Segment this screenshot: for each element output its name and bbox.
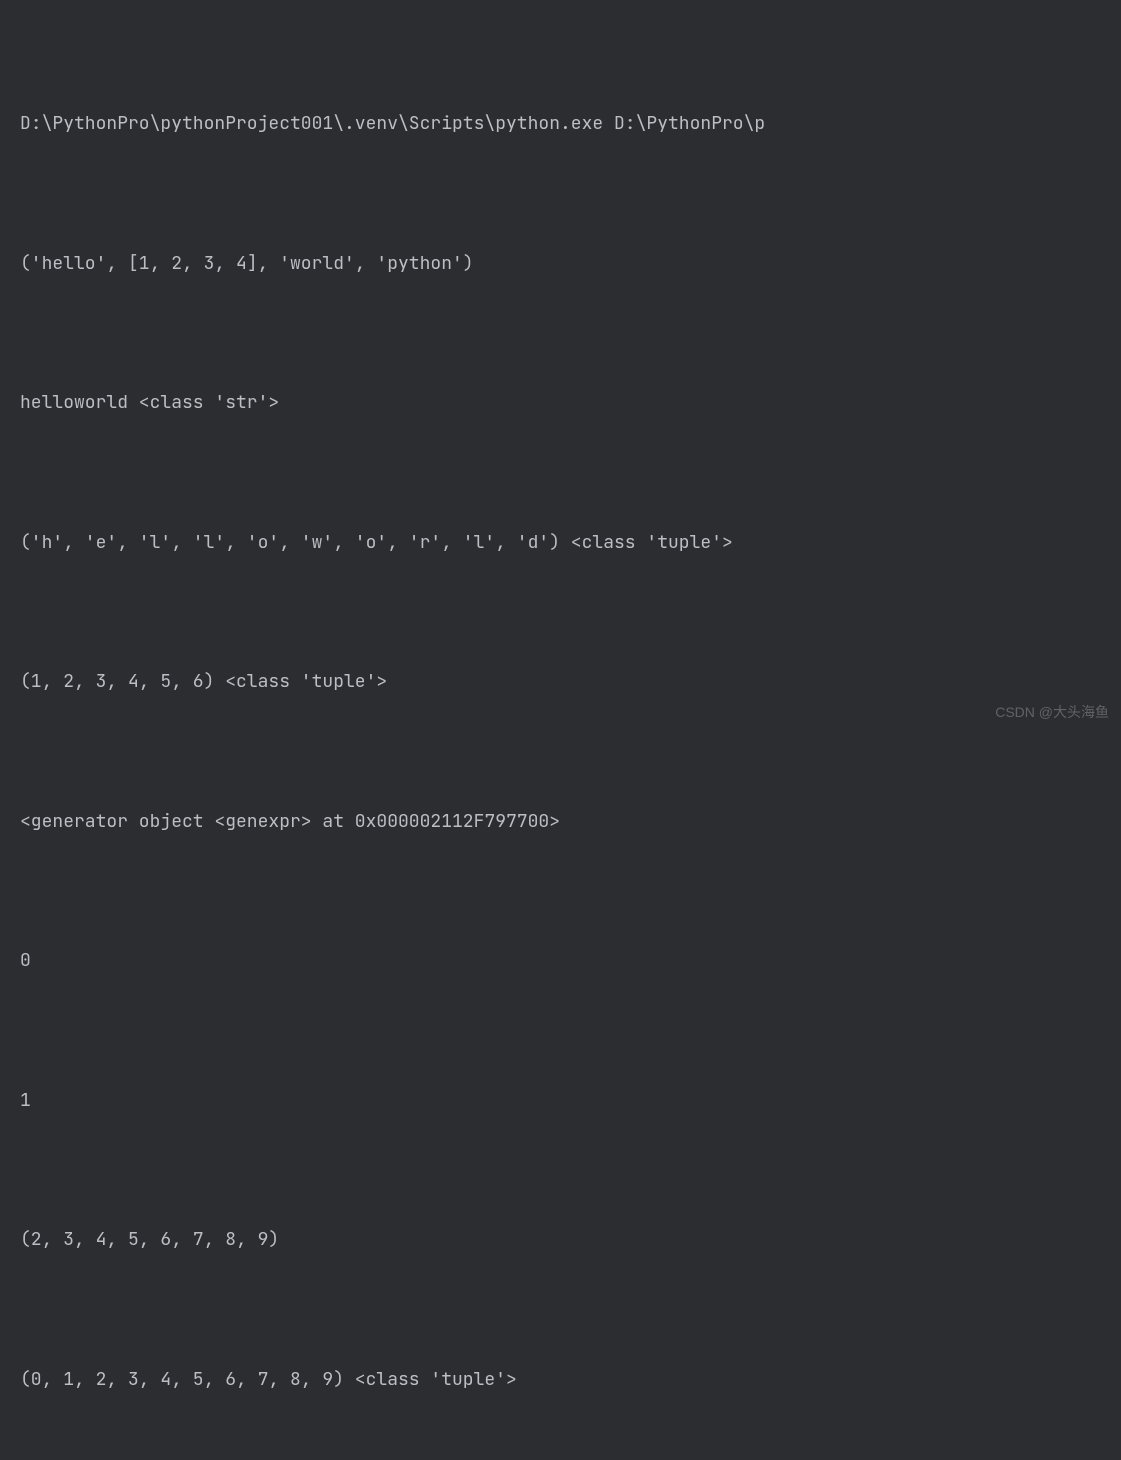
watermark: CSDN @大头海鱼 xyxy=(995,702,1109,722)
console-line: (2, 3, 4, 5, 6, 7, 8, 9) xyxy=(20,1217,1121,1264)
console-output: D:\PythonPro\pythonProject001\.venv\Scri… xyxy=(0,0,1121,1460)
console-line: D:\PythonPro\pythonProject001\.venv\Scri… xyxy=(20,101,1121,148)
console-line: <generator object <genexpr> at 0x0000021… xyxy=(20,799,1121,846)
console-line: ('hello', [1, 2, 3, 4], 'world', 'python… xyxy=(20,241,1121,288)
console-line: ('h', 'e', 'l', 'l', 'o', 'w', 'o', 'r',… xyxy=(20,520,1121,567)
console-line: 0 xyxy=(20,938,1121,985)
console-line: (1, 2, 3, 4, 5, 6) <class 'tuple'> xyxy=(20,659,1121,706)
console-line: 1 xyxy=(20,1078,1121,1125)
console-line: helloworld <class 'str'> xyxy=(20,380,1121,427)
console-line: (0, 1, 2, 3, 4, 5, 6, 7, 8, 9) <class 't… xyxy=(20,1357,1121,1404)
